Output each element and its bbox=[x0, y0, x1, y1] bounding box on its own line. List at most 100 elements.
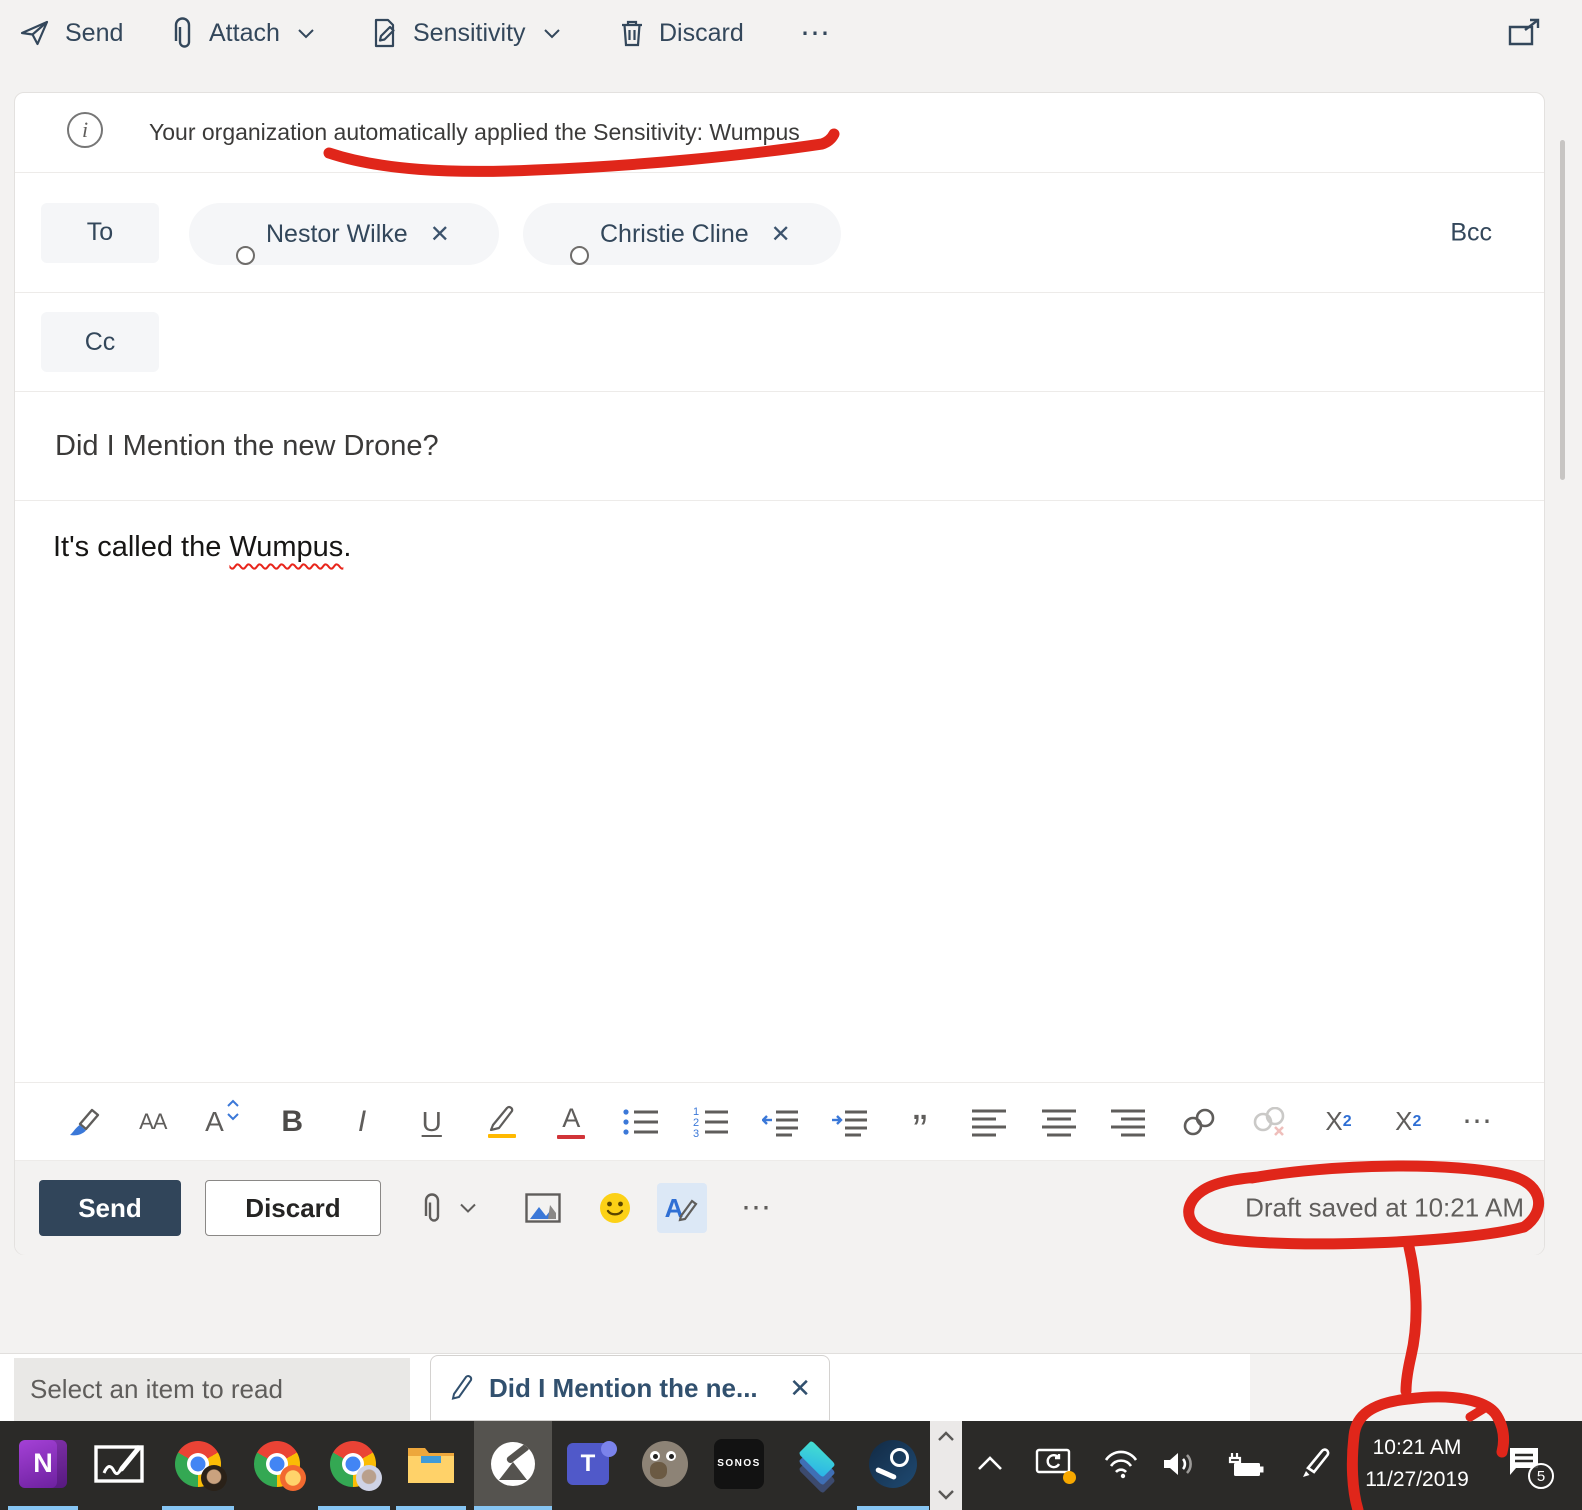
highlight-button[interactable] bbox=[480, 1095, 524, 1149]
body-text: . bbox=[343, 531, 352, 563]
compose-toolbar: Send Attach Sensitivity Discard ⋯ bbox=[0, 0, 1582, 70]
subject-row[interactable]: Did I Mention the new Drone? bbox=[15, 392, 1544, 501]
font-size-button[interactable]: A bbox=[201, 1095, 245, 1149]
subject-input[interactable]: Did I Mention the new Drone? bbox=[55, 430, 439, 463]
gimp-icon bbox=[642, 1440, 688, 1487]
tray-wifi[interactable] bbox=[1096, 1421, 1146, 1506]
quote-button[interactable]: ” bbox=[898, 1095, 942, 1152]
chrome-icon bbox=[330, 1440, 382, 1491]
superscript-button[interactable]: X2 bbox=[1317, 1095, 1361, 1149]
attach-command[interactable]: Attach bbox=[168, 0, 315, 66]
more-actions-icon[interactable]: ⋯ bbox=[741, 1191, 773, 1226]
more-formatting-icon[interactable]: ⋯ bbox=[1456, 1095, 1500, 1149]
recipient-chip[interactable]: Christie Cline ✕ bbox=[523, 203, 841, 265]
taskbar-file-explorer[interactable] bbox=[404, 1421, 458, 1506]
insert-image-icon[interactable] bbox=[525, 1193, 561, 1223]
italic-button[interactable]: I bbox=[340, 1095, 384, 1149]
send-button[interactable]: Send bbox=[39, 1180, 181, 1236]
taskbar-onenote[interactable]: N bbox=[19, 1421, 67, 1506]
chevron-down-icon bbox=[543, 28, 561, 39]
onenote-icon: N bbox=[19, 1439, 67, 1488]
sensitivity-banner: i Your organization automatically applie… bbox=[15, 93, 1544, 173]
taskbar-teams[interactable]: T bbox=[562, 1421, 617, 1506]
attach-label: Attach bbox=[209, 18, 280, 47]
bcc-button[interactable]: Bcc bbox=[1450, 218, 1492, 247]
align-right-button[interactable] bbox=[1107, 1095, 1151, 1149]
align-center-button[interactable] bbox=[1038, 1095, 1082, 1149]
bold-button[interactable]: B bbox=[270, 1095, 314, 1149]
taskbar-gimp[interactable] bbox=[640, 1421, 690, 1506]
send-icon bbox=[18, 17, 52, 49]
message-body[interactable]: It's called the Wumpus. bbox=[15, 501, 1544, 1083]
show-hidden-icons[interactable] bbox=[968, 1421, 1012, 1506]
chevron-up-icon bbox=[978, 1456, 1002, 1470]
increase-indent-button[interactable] bbox=[828, 1095, 872, 1149]
chevron-down-icon[interactable] bbox=[459, 1203, 477, 1214]
clock-time: 10:21 AM bbox=[1372, 1436, 1462, 1459]
taskbar-sonos[interactable]: SONOS bbox=[713, 1421, 765, 1506]
recipient-chip[interactable]: Nestor Wilke ✕ bbox=[189, 203, 499, 265]
insert-link-button[interactable] bbox=[1177, 1095, 1221, 1149]
info-icon: i bbox=[67, 112, 103, 148]
send-command[interactable]: Send bbox=[18, 0, 123, 66]
popout-button[interactable] bbox=[1506, 0, 1542, 66]
svg-text:3: 3 bbox=[693, 1128, 699, 1138]
taskbar-steam[interactable] bbox=[867, 1421, 919, 1506]
format-painter-button[interactable] bbox=[61, 1095, 105, 1149]
tray-pen[interactable] bbox=[1288, 1421, 1340, 1506]
bullet-list-button[interactable] bbox=[619, 1095, 663, 1149]
to-button[interactable]: To bbox=[41, 202, 159, 263]
numbered-list-button[interactable]: 123 bbox=[689, 1095, 733, 1149]
tray-battery[interactable] bbox=[1220, 1421, 1272, 1506]
remove-link-button[interactable] bbox=[1247, 1095, 1291, 1149]
taskbar-chrome-profile-3[interactable] bbox=[327, 1421, 382, 1506]
trash-icon bbox=[618, 17, 646, 49]
emoji-icon[interactable] bbox=[599, 1192, 631, 1224]
remove-recipient-icon[interactable]: ✕ bbox=[426, 220, 454, 249]
align-left-button[interactable] bbox=[968, 1095, 1012, 1149]
underline-button[interactable]: U bbox=[410, 1095, 454, 1149]
taskbar-chrome-profile-2[interactable] bbox=[251, 1421, 306, 1506]
font-button[interactable]: AA bbox=[131, 1095, 175, 1149]
decrease-indent-button[interactable] bbox=[759, 1095, 803, 1149]
draft-message-tab[interactable]: Did I Mention the ne... ✕ bbox=[430, 1355, 830, 1421]
tray-capture-app[interactable] bbox=[1028, 1421, 1078, 1506]
wifi-icon bbox=[1104, 1450, 1138, 1478]
sensitivity-command[interactable]: Sensitivity bbox=[368, 0, 561, 66]
body-text: It's called the bbox=[53, 531, 230, 563]
chrome-profile-badge bbox=[201, 1464, 227, 1491]
more-commands[interactable]: ⋯ bbox=[800, 0, 832, 66]
close-draft-tab-icon[interactable]: ✕ bbox=[789, 1373, 811, 1404]
discard-command[interactable]: Discard bbox=[618, 0, 744, 66]
misspelled-word[interactable]: Wumpus bbox=[229, 531, 343, 563]
taskbar-clock[interactable]: 10:21 AM 11/27/2019 bbox=[1352, 1421, 1482, 1506]
taskbar-photos-active[interactable] bbox=[474, 1421, 552, 1506]
sensitivity-label: Sensitivity bbox=[413, 18, 526, 47]
discard-label: Discard bbox=[659, 18, 744, 47]
taskbar-scroll-strip[interactable] bbox=[930, 1421, 962, 1510]
subscript-button[interactable]: X2 bbox=[1386, 1095, 1430, 1149]
remove-recipient-icon[interactable]: ✕ bbox=[767, 220, 795, 249]
avatar bbox=[526, 206, 589, 265]
draw-format-button[interactable]: A bbox=[657, 1183, 707, 1233]
action-center-button[interactable]: 5 bbox=[1494, 1421, 1554, 1506]
sketch-icon bbox=[94, 1444, 144, 1483]
cc-button[interactable]: Cc bbox=[41, 312, 159, 372]
taskbar-chrome-profile-1[interactable] bbox=[172, 1421, 227, 1506]
font-color-swatch bbox=[557, 1134, 586, 1139]
running-indicator bbox=[474, 1506, 552, 1510]
more-icon: ⋯ bbox=[800, 16, 832, 50]
taskbar-stack-app[interactable] bbox=[791, 1421, 843, 1506]
chrome-icon bbox=[175, 1440, 227, 1491]
taskbar-snip-sketch[interactable] bbox=[93, 1421, 145, 1506]
draft-tab-title: Did I Mention the ne... bbox=[489, 1372, 758, 1403]
scroll-up-icon[interactable] bbox=[937, 1431, 955, 1442]
vertical-scrollbar[interactable] bbox=[1560, 140, 1565, 480]
tray-volume[interactable] bbox=[1154, 1421, 1206, 1506]
scroll-down-icon[interactable] bbox=[937, 1489, 955, 1500]
font-color-button[interactable]: A bbox=[549, 1095, 593, 1149]
attach-file-icon[interactable] bbox=[419, 1192, 445, 1224]
discard-button[interactable]: Discard bbox=[205, 1180, 381, 1236]
layers-app-icon bbox=[793, 1439, 841, 1494]
teams-icon: T bbox=[567, 1440, 617, 1485]
